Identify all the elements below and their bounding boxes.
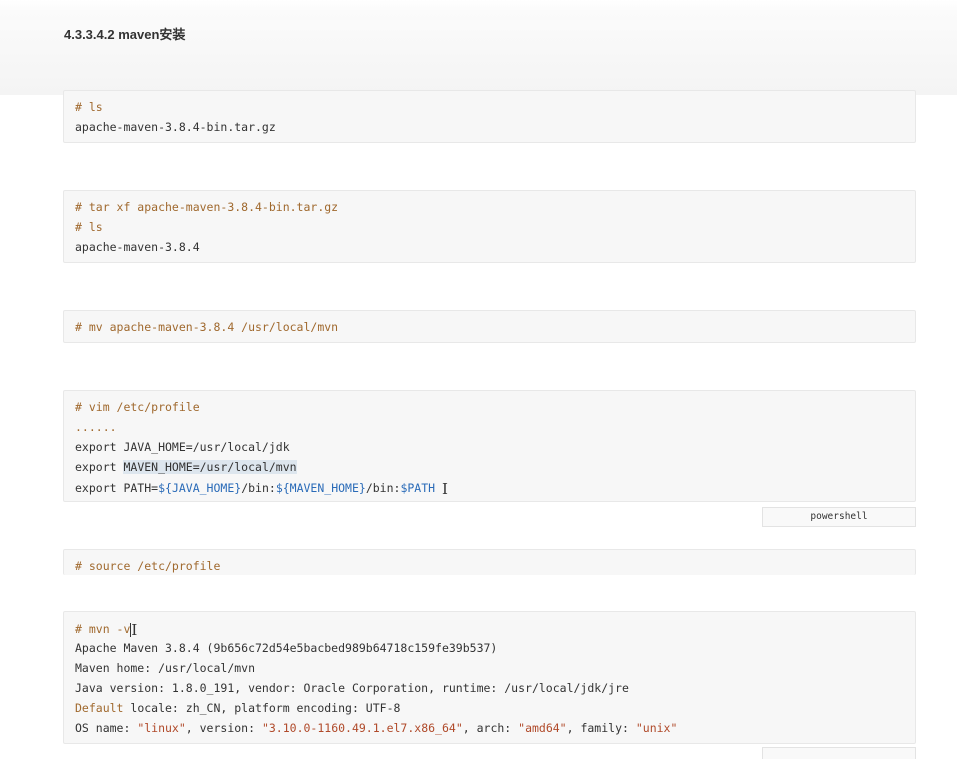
code-string: "3.10.0-1160.49.1.el7.x86_64" bbox=[261, 721, 463, 735]
code-variable: $PATH bbox=[400, 481, 436, 495]
code-line: export MAVEN_HOME=/usr/local/mvn bbox=[75, 457, 904, 477]
code-line: # ls bbox=[75, 100, 103, 114]
code-token: /bin: bbox=[241, 481, 276, 495]
text-cursor-icon: I bbox=[131, 621, 138, 639]
code-token: export PATH= bbox=[75, 481, 159, 495]
code-line: Maven home: /usr/local/mvn bbox=[75, 661, 256, 675]
code-token: export bbox=[75, 460, 124, 474]
code-line: export PATH=${JAVA_HOME}/bin:${MAVEN_HOM… bbox=[75, 477, 904, 498]
code-token: , arch: bbox=[462, 721, 519, 735]
code-variable: ${MAVEN_HOME} bbox=[275, 481, 366, 495]
code-token: /bin: bbox=[365, 481, 401, 495]
code-line: export JAVA_HOME=/usr/local/jdk bbox=[75, 440, 290, 454]
code-token: , version: bbox=[185, 721, 262, 735]
code-line: Java version: 1.8.0_191, vendor: Oracle … bbox=[75, 681, 629, 695]
language-label-button[interactable]: powershell bbox=[762, 507, 916, 527]
code-block-profile[interactable]: # vim /etc/profile ...... export JAVA_HO… bbox=[63, 390, 916, 502]
code-line: apache-maven-3.8.4 bbox=[75, 240, 200, 254]
code-block-tar[interactable]: # tar xf apache-maven-3.8.4-bin.tar.gz #… bbox=[63, 190, 916, 263]
code-line: # vim /etc/profile bbox=[75, 400, 200, 414]
text-cursor-icon: I bbox=[442, 480, 448, 498]
code-block-mv[interactable]: # mv apache-maven-3.8.4 /usr/local/mvn bbox=[63, 310, 916, 343]
code-block-mvn-version[interactable]: # mvn -vI Apache Maven 3.8.4 (9b656c72d5… bbox=[63, 611, 916, 744]
code-block-ls[interactable]: # ls apache-maven-3.8.4-bin.tar.gz bbox=[63, 90, 916, 143]
selected-text: MAVEN_HOME=/usr/local/mvn bbox=[123, 460, 297, 474]
code-keyword: Default bbox=[75, 701, 124, 715]
code-line: Default locale: zh_CN, platform encoding… bbox=[75, 698, 904, 718]
header-band bbox=[0, 0, 957, 95]
code-line: OS name: "linux", version: "3.10.0-1160.… bbox=[75, 718, 904, 738]
code-line: Apache Maven 3.8.4 (9b656c72d54e5bacbed9… bbox=[75, 641, 498, 655]
code-variable: ${JAVA_HOME} bbox=[158, 481, 242, 495]
code-token: , family: bbox=[566, 721, 636, 735]
code-token: OS name: bbox=[75, 721, 138, 735]
code-block-source[interactable]: # source /etc/profile bbox=[63, 549, 916, 575]
code-line: ...... bbox=[75, 420, 117, 434]
code-line: # tar xf apache-maven-3.8.4-bin.tar.gz bbox=[75, 200, 339, 214]
code-line: # mv apache-maven-3.8.4 /usr/local/mvn bbox=[75, 320, 339, 334]
code-string: "linux" bbox=[137, 721, 186, 735]
code-token: locale: zh_CN, platform encoding: UTF-8 bbox=[123, 701, 401, 715]
section-title: 4.3.3.4.2 maven安装 bbox=[64, 27, 186, 42]
language-label-button[interactable] bbox=[762, 747, 916, 759]
code-line: # mvn -vI bbox=[75, 618, 904, 639]
code-string: "unix" bbox=[635, 721, 678, 735]
code-line: # ls bbox=[75, 220, 103, 234]
code-line: apache-maven-3.8.4-bin.tar.gz bbox=[75, 120, 276, 134]
code-string: "amd64" bbox=[518, 721, 567, 735]
code-comment: # mvn -v bbox=[75, 622, 131, 636]
code-line: # source /etc/profile bbox=[75, 559, 221, 573]
